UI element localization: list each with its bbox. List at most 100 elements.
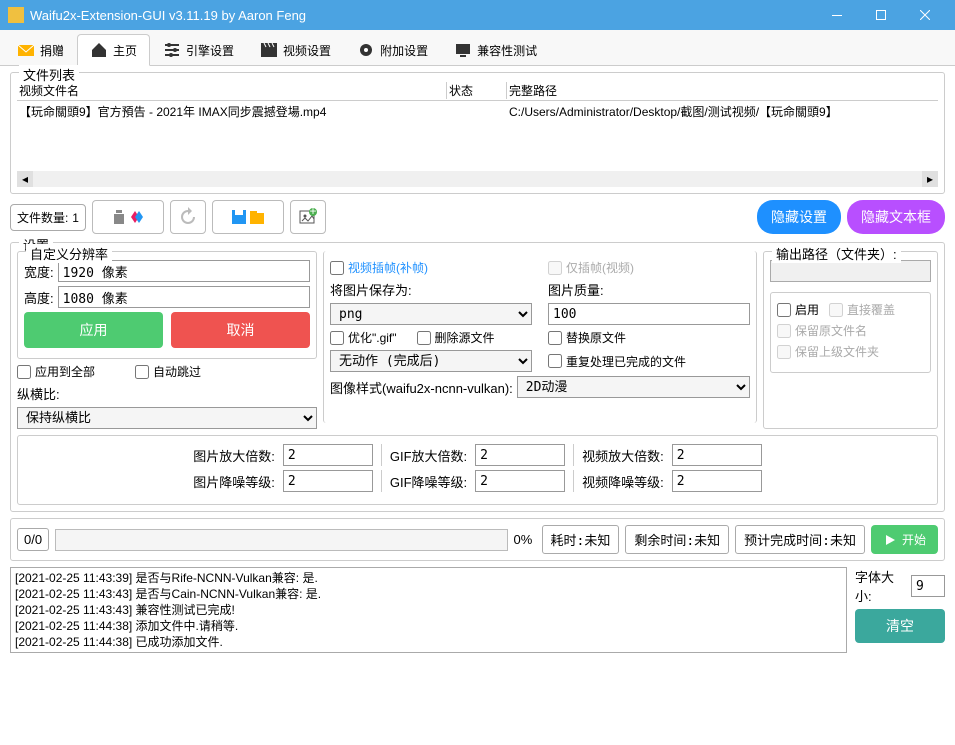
minimize-button[interactable]	[815, 0, 859, 30]
del-src-check[interactable]: 删除源文件	[417, 329, 495, 346]
col-status[interactable]: 状态	[447, 82, 507, 99]
envelope-icon	[17, 41, 35, 59]
refresh-button[interactable]	[170, 200, 206, 234]
height-label: 高度:	[24, 288, 54, 307]
tab-video[interactable]: 视频设置	[247, 34, 344, 65]
replace-src-check[interactable]: 替换原文件	[548, 329, 750, 346]
settings-group: 设置 自定义分辨率 宽度: 高度: 应用 取消	[10, 242, 945, 512]
aspect-select[interactable]: 保持纵横比	[17, 407, 317, 429]
eta-box: 预计完成时间:未知	[735, 525, 865, 554]
file-count-label: 文件数量:	[17, 211, 68, 225]
gif-denoise-input[interactable]	[475, 470, 565, 492]
save-as-select[interactable]: png	[330, 303, 532, 325]
apply-button[interactable]: 应用	[24, 312, 163, 348]
window-title: Waifu2x-Extension-GUI v3.11.19 by Aaron …	[30, 8, 815, 23]
vid-denoise-input[interactable]	[672, 470, 762, 492]
cell-name: 【玩命關頭9】官方預告 - 2021年 IMAX同步震撼登場.mp4	[17, 103, 447, 120]
filelist-group: 文件列表 视频文件名 状态 完整路径 【玩命關頭9】官方預告 - 2021年 I…	[10, 72, 945, 194]
img-denoise-label: 图片降噪等级:	[193, 472, 275, 491]
tab-addon-label: 附加设置	[380, 42, 428, 59]
tab-home[interactable]: 主页	[77, 34, 150, 66]
tab-engine-label: 引擎设置	[186, 42, 234, 59]
tab-donate[interactable]: 捐赠	[4, 34, 77, 65]
aspect-label: 纵横比:	[17, 384, 60, 403]
tab-compat[interactable]: 兼容性测试	[441, 34, 550, 65]
resolution-title: 自定义分辨率	[26, 244, 112, 263]
width-label: 宽度:	[24, 262, 54, 281]
output-path-input[interactable]	[770, 260, 931, 282]
img-denoise-input[interactable]	[283, 470, 373, 492]
font-size-label: 字体大小:	[855, 567, 908, 605]
keep-name-check: 保留原文件名	[777, 322, 867, 339]
clapper-icon	[260, 41, 278, 59]
tab-addon[interactable]: 附加设置	[344, 34, 441, 65]
app-icon	[8, 7, 24, 23]
home-icon	[90, 41, 108, 59]
elapsed-box: 耗时:未知	[542, 525, 620, 554]
add-image-button[interactable]: +	[290, 200, 326, 234]
filelist-title: 文件列表	[19, 65, 79, 84]
save-open-buttons[interactable]	[212, 200, 284, 234]
col-name[interactable]: 视频文件名	[17, 82, 447, 99]
hide-textbox-button[interactable]: 隐藏文本框	[847, 200, 945, 234]
col-path[interactable]: 完整路径	[507, 82, 938, 99]
tab-engine[interactable]: 引擎设置	[150, 34, 247, 65]
delete-buttons[interactable]	[92, 200, 164, 234]
interp-check[interactable]: 视频插帧(补帧)	[330, 259, 532, 276]
opt-gif-check[interactable]: 优化".gif"	[330, 329, 397, 346]
filelist-header: 视频文件名 状态 完整路径	[17, 81, 938, 101]
tab-video-label: 视频设置	[283, 42, 331, 59]
remaining-box: 剩余时间:未知	[625, 525, 729, 554]
svg-text:+: +	[309, 207, 316, 218]
width-input[interactable]	[58, 260, 310, 282]
height-input[interactable]	[58, 286, 310, 308]
clear-button[interactable]: 清空	[855, 609, 945, 643]
scroll-left-icon[interactable]: ◂	[17, 171, 33, 187]
tab-donate-label: 捐赠	[40, 42, 64, 59]
progress-percent: 0%	[514, 532, 536, 547]
filelist-body[interactable]: 【玩命關頭9】官方預告 - 2021年 IMAX同步震撼登場.mp4 C:/Us…	[17, 101, 938, 171]
file-count-box: 文件数量: 1	[10, 204, 86, 231]
gif-denoise-label: GIF降噪等级:	[390, 472, 467, 491]
style-label: 图像样式(waifu2x-ncnn-vulkan):	[330, 378, 513, 397]
output-group: 输出路径（文件夹）: 启用 直接覆盖 保留原文件名 保留上级文件夹	[763, 251, 938, 429]
resolution-group: 自定义分辨率 宽度: 高度: 应用 取消	[17, 251, 317, 359]
cancel-button[interactable]: 取消	[171, 312, 310, 348]
quality-input[interactable]	[548, 303, 750, 325]
h-scrollbar[interactable]: ◂ ▸	[17, 171, 938, 187]
scroll-right-icon[interactable]: ▸	[922, 171, 938, 187]
table-row[interactable]: 【玩命關頭9】官方預告 - 2021年 IMAX同步震撼登場.mp4 C:/Us…	[17, 101, 938, 121]
overwrite-check: 直接覆盖	[829, 301, 895, 318]
style-select[interactable]: 2D动漫	[517, 376, 750, 398]
vid-scale-label: 视频放大倍数:	[582, 446, 664, 465]
progress-bar	[55, 529, 507, 551]
reprocess-check[interactable]: 重复处理已完成的文件	[548, 350, 750, 372]
img-scale-input[interactable]	[283, 444, 373, 466]
tab-bar: 捐赠 主页 引擎设置 视频设置 附加设置 兼容性测试	[0, 30, 955, 66]
progress-count: 0/0	[17, 528, 49, 551]
log-textbox[interactable]: [2021-02-25 11:43:39] 是否与Rife-NCNN-Vulka…	[10, 567, 847, 653]
img-scale-label: 图片放大倍数:	[193, 446, 275, 465]
vid-scale-input[interactable]	[672, 444, 762, 466]
enable-check[interactable]: 启用	[777, 301, 819, 318]
auto-skip-check[interactable]: 自动跳过	[135, 363, 201, 380]
interp-only-check: 仅插帧(视频)	[548, 259, 750, 276]
mid-settings: 视频插帧(补帧) 仅插帧(视频) 将图片保存为: 图片质量: png 优化".g…	[323, 251, 757, 423]
font-size-input[interactable]	[911, 575, 945, 597]
tab-compat-label: 兼容性测试	[477, 42, 537, 59]
gif-scale-input[interactable]	[475, 444, 565, 466]
vid-denoise-label: 视频降噪等级:	[582, 472, 664, 491]
after-action-select[interactable]: 无动作 (完成后)	[330, 350, 532, 372]
output-title: 输出路径（文件夹）:	[772, 244, 901, 263]
play-icon	[883, 533, 897, 547]
tab-home-label: 主页	[113, 42, 137, 59]
maximize-button[interactable]	[859, 0, 903, 30]
close-button[interactable]	[903, 0, 947, 30]
apply-all-check[interactable]: 应用到全部	[17, 363, 95, 380]
start-button[interactable]: 开始	[871, 525, 938, 554]
gif-scale-label: GIF放大倍数:	[390, 446, 467, 465]
monitor-icon	[454, 41, 472, 59]
hide-settings-button[interactable]: 隐藏设置	[757, 200, 841, 234]
keep-parent-check: 保留上级文件夹	[777, 343, 879, 360]
gear-icon	[357, 41, 375, 59]
